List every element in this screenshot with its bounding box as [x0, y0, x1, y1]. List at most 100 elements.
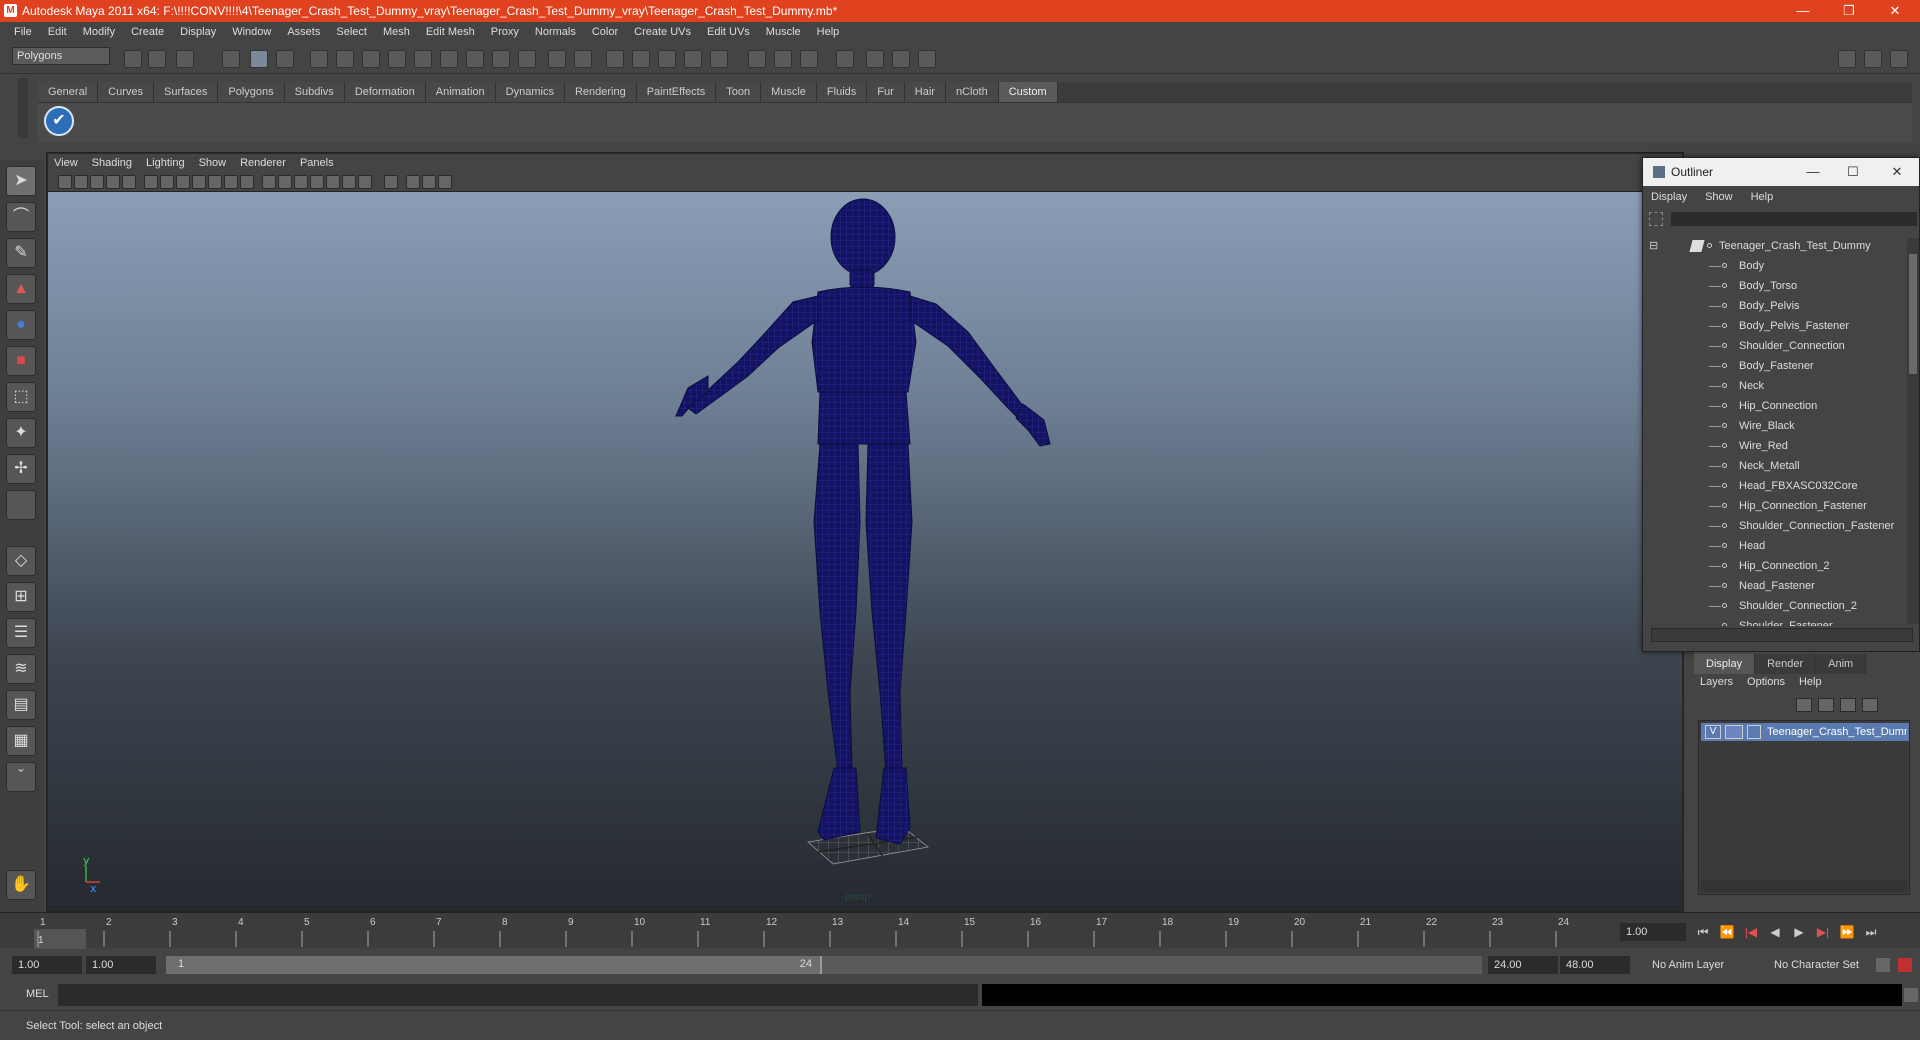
layer-menu-options[interactable]: Options — [1747, 676, 1785, 688]
shelf-tab-polygons[interactable]: Polygons — [218, 82, 285, 102]
shelf-tab-deformation[interactable]: Deformation — [344, 82, 426, 102]
menu-modify[interactable]: Modify — [75, 26, 123, 38]
playback-end-field[interactable]: 24.00 — [1488, 956, 1558, 974]
layer-color-swatch[interactable] — [1725, 725, 1743, 739]
shelf-tab-custom[interactable]: Custom — [998, 82, 1058, 102]
menu-select[interactable]: Select — [328, 26, 375, 38]
hud-text-icon[interactable] — [240, 175, 254, 189]
character-set-selector[interactable]: No Character Set — [1768, 956, 1872, 974]
shelf-tab-toon[interactable]: Toon — [716, 82, 762, 102]
lasso-tool-button[interactable]: ⌒ — [6, 202, 36, 232]
select-tool-button[interactable]: ➤ — [6, 166, 36, 196]
command-language-label[interactable]: MEL — [26, 988, 49, 1000]
animation-end-field[interactable]: 48.00 — [1560, 956, 1630, 974]
menu-color[interactable]: Color — [584, 26, 626, 38]
animation-start-field[interactable]: 1.00 — [12, 956, 82, 974]
move-tool-button[interactable]: ▲ — [6, 274, 36, 304]
open-scene-icon[interactable] — [148, 50, 166, 68]
menu-help[interactable]: Help — [809, 26, 848, 38]
paint-select-tool-button[interactable]: ✎ — [6, 238, 36, 268]
outliner-item[interactable]: Shoulder_Connection_2 — [1643, 596, 1905, 616]
outliner-menu-show[interactable]: Show — [1705, 191, 1733, 203]
outliner-item[interactable]: Hip_Connection_Fastener — [1643, 496, 1905, 516]
menu-assets[interactable]: Assets — [279, 26, 328, 38]
ipr-render-icon[interactable] — [800, 50, 818, 68]
shelf-tab-hair[interactable]: Hair — [904, 82, 946, 102]
snap-view-plane-icon[interactable] — [684, 50, 702, 68]
outliner-close-button[interactable]: ✕ — [1877, 158, 1917, 186]
viewport-menu-renderer[interactable]: Renderer — [240, 157, 294, 169]
select-misc-icon[interactable] — [518, 50, 536, 68]
scrollbar-thumb[interactable] — [1909, 254, 1917, 374]
range-slider-handle[interactable]: 1 24 — [166, 956, 822, 974]
last-tool-button[interactable] — [6, 490, 36, 520]
playback-start-field[interactable]: 1.00 — [86, 956, 156, 974]
grid-toggle-icon[interactable] — [122, 175, 136, 189]
layer-tab-anim[interactable]: Anim — [1816, 654, 1867, 674]
safe-title-icon[interactable] — [224, 175, 238, 189]
image-plane-icon[interactable] — [106, 175, 120, 189]
menu-create-uvs[interactable]: Create UVs — [626, 26, 699, 38]
shelf-tab-dynamics[interactable]: Dynamics — [495, 82, 565, 102]
gate-mask-icon[interactable] — [176, 175, 190, 189]
outliner-item[interactable]: Body_Fastener — [1643, 356, 1905, 376]
select-joints-icon[interactable] — [362, 50, 380, 68]
shelf-tab-painteffects[interactable]: PaintEffects — [636, 82, 717, 102]
snap-grid-icon[interactable] — [606, 50, 624, 68]
outliner-item[interactable]: Wire_Red — [1643, 436, 1905, 456]
shelf-tab-surfaces[interactable]: Surfaces — [153, 82, 219, 102]
persp-graph-layout-button[interactable]: ≋ — [6, 654, 36, 684]
film-gate-icon[interactable] — [144, 175, 158, 189]
select-deformations-icon[interactable] — [440, 50, 458, 68]
shelf-tab-curves[interactable]: Curves — [98, 82, 154, 102]
shelf-tab-muscle[interactable]: Muscle — [761, 82, 817, 102]
outliner-item[interactable]: Neck — [1643, 376, 1905, 396]
bookmarks-icon[interactable] — [90, 175, 104, 189]
current-frame-field[interactable]: 1.00 — [1620, 923, 1686, 941]
minimize-button[interactable]: — — [1780, 0, 1826, 22]
preferences-icon[interactable] — [1898, 958, 1912, 972]
outliner-item[interactable]: Head_FBXASC032Core — [1643, 476, 1905, 496]
hypershade-layout-button[interactable]: ▤ — [6, 690, 36, 720]
menu-normals[interactable]: Normals — [527, 26, 584, 38]
filter-icon[interactable] — [1649, 212, 1663, 226]
outliner-vertical-scrollbar[interactable] — [1907, 238, 1919, 624]
layer-tab-render[interactable]: Render — [1755, 654, 1817, 674]
select-object-icon[interactable] — [250, 50, 268, 68]
xray-components-icon[interactable] — [438, 175, 452, 189]
outliner-horizontal-scrollbar[interactable] — [1651, 628, 1913, 642]
outliner-item[interactable]: Shoulder_Connection — [1643, 336, 1905, 356]
menu-display[interactable]: Display — [172, 26, 224, 38]
camera-attributes-icon[interactable] — [74, 175, 88, 189]
persp-outliner-layout-button[interactable]: ☰ — [6, 618, 36, 648]
shelf-tab-subdivs[interactable]: Subdivs — [284, 82, 345, 102]
viewport-menu-panels[interactable]: Panels — [300, 157, 342, 169]
shelf-tab-animation[interactable]: Animation — [425, 82, 496, 102]
new-layer-icon[interactable] — [1840, 698, 1856, 712]
range-slider[interactable]: 1 24 — [166, 956, 1482, 974]
step-back-frame-button[interactable]: |◀ — [1742, 923, 1760, 941]
viewport-menu-shading[interactable]: Shading — [92, 157, 140, 169]
four-view-layout-button[interactable]: ⊞ — [6, 582, 36, 612]
select-dynamics-icon[interactable] — [466, 50, 484, 68]
outliner-item[interactable]: Hip_Connection — [1643, 396, 1905, 416]
new-layer-selected-icon[interactable] — [1862, 698, 1878, 712]
snap-point-icon[interactable] — [658, 50, 676, 68]
outliner-root-item[interactable]: ⊟ Teenager_Crash_Test_Dummy — [1643, 236, 1905, 256]
step-forward-frame-button[interactable]: ▶| — [1814, 923, 1832, 941]
menu-edit[interactable]: Edit — [40, 26, 75, 38]
menu-proxy[interactable]: Proxy — [483, 26, 527, 38]
outliner-item[interactable]: Shoulder_Connection_Fastener — [1643, 516, 1905, 536]
xray-icon[interactable] — [406, 175, 420, 189]
outliner-item[interactable]: Body_Torso — [1643, 276, 1905, 296]
outliner-item[interactable]: Hip_Connection_2 — [1643, 556, 1905, 576]
wireframe-on-shaded-icon[interactable] — [294, 175, 308, 189]
toggle-panel-icon[interactable] — [918, 50, 936, 68]
shelf-grip[interactable] — [18, 78, 28, 138]
shelf-tab-fluids[interactable]: Fluids — [816, 82, 868, 102]
time-slider[interactable]: 1 2 3 4 5 6 7 8 9 10 11 12 13 14 15 16 17 18 19 20 21 22 23 24 1… — [0, 912, 1920, 949]
shelf-tab-general[interactable]: General — [38, 82, 99, 102]
menu-create[interactable]: Create — [123, 26, 172, 38]
snap-curve-icon[interactable] — [632, 50, 650, 68]
play-forwards-button[interactable]: ▶ — [1790, 923, 1808, 941]
